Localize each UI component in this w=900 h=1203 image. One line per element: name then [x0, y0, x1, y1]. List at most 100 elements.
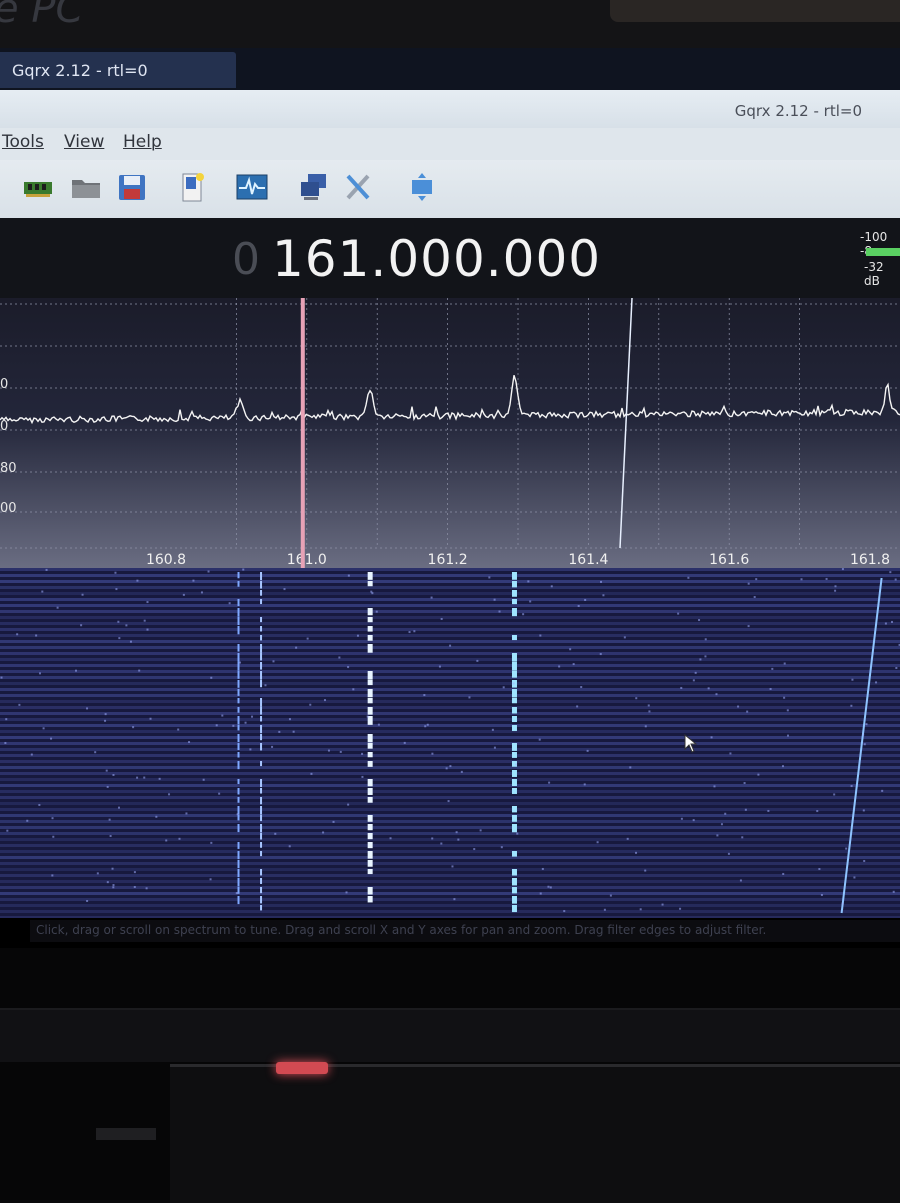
waterfall-speckle [457, 838, 460, 841]
waterfall-speckle [850, 704, 853, 707]
waterfall-noise-band [0, 874, 900, 877]
waterfall-signal-trace [511, 653, 517, 662]
waterfall-signal-trace [260, 815, 263, 822]
taskbar-window-label: Gqrx 2.12 - rtl=0 [12, 61, 148, 80]
level-db-text: -32 dB [864, 260, 884, 288]
waterfall-speckle [295, 646, 298, 649]
waterfall-speckle [264, 684, 267, 687]
frequency-leading-digit[interactable]: 0 [232, 234, 260, 285]
bookmark-icon[interactable] [176, 172, 208, 202]
waterfall-speckle [440, 617, 443, 620]
y-tick: 00 [0, 501, 17, 516]
waterfall-speckle [727, 852, 730, 855]
waterfall-signal-trace [237, 761, 240, 770]
open-folder-icon[interactable] [70, 172, 102, 202]
spectrum-plot[interactable]: 0 0 80 00 160.8 161.0 161.2 161.4 161.6 161.8 [0, 298, 900, 568]
waterfall-speckle [50, 737, 53, 740]
waterfall-signal-trace [511, 806, 517, 813]
waterfall-speckle [596, 841, 599, 844]
waterfall-speckle [347, 574, 350, 577]
waterfall-speckle [746, 710, 749, 713]
waterfall-signal-trace [511, 815, 517, 822]
waterfall-speckle [769, 687, 772, 690]
waterfall-speckle [512, 682, 515, 685]
waterfall-speckle [413, 630, 416, 633]
remote-control-icon[interactable] [298, 172, 330, 202]
waterfall-signal-trace [367, 788, 373, 795]
frequency-readout[interactable]: 161.000.000 [272, 230, 601, 288]
waterfall-speckle [403, 741, 406, 744]
waterfall-display[interactable] [0, 568, 900, 918]
spectrum-trace [0, 374, 900, 425]
waterfall-speckle [720, 823, 723, 826]
waterfall-signal-trace [260, 788, 263, 794]
waterfall-speckle [440, 842, 443, 845]
waterfall-speckle [541, 867, 544, 870]
waterfall-speckle [108, 818, 111, 821]
full-screen-icon[interactable] [406, 172, 438, 202]
window-title: Gqrx 2.12 - rtl=0 [734, 102, 862, 120]
fft-settings-icon[interactable] [236, 172, 268, 202]
waterfall-speckle [841, 568, 844, 571]
waterfall-speckle [38, 803, 41, 806]
waterfall-signal-trace [367, 581, 373, 587]
waterfall-signal-trace [367, 572, 373, 580]
waterfall-speckle [834, 585, 837, 588]
waterfall-noise-band [0, 688, 900, 691]
taskbar-window-button[interactable]: Gqrx 2.12 - rtl=0 [0, 52, 236, 88]
stand-slot [96, 1128, 156, 1140]
waterfall-speckle [599, 653, 602, 656]
waterfall-speckle [35, 634, 38, 637]
waterfall-signal-trace [511, 770, 517, 777]
waterfall-noise-band [0, 850, 900, 853]
waterfall-signal-trace [367, 644, 373, 653]
waterfall-speckle [755, 578, 758, 581]
waterfall-noise-band [0, 676, 900, 679]
tools-icon[interactable] [342, 172, 374, 202]
waterfall-signal-trace [237, 824, 240, 833]
waterfall-signal-trace [367, 626, 373, 632]
waterfall-speckle [188, 741, 191, 744]
waterfall-speckle [18, 703, 21, 706]
waterfall-speckle [86, 900, 89, 903]
waterfall-speckle [42, 727, 45, 730]
waterfall-speckle [743, 782, 746, 785]
waterfall-speckle [278, 730, 281, 733]
waterfall-speckle [677, 612, 680, 615]
waterfall-speckle [322, 831, 325, 834]
waterfall-signal-trace [260, 617, 263, 623]
waterfall-speckle [586, 749, 589, 752]
waterfall-signal-trace [237, 608, 240, 617]
hardware-config-icon[interactable] [22, 172, 54, 202]
waterfall-speckle [488, 576, 491, 579]
waterfall-noise-band [0, 700, 900, 703]
waterfall-speckle [781, 765, 784, 768]
waterfall-speckle [105, 769, 108, 772]
waterfall-signal-trace [237, 878, 240, 887]
waterfall-speckle [178, 837, 181, 840]
waterfall-speckle [558, 665, 561, 668]
waterfall-speckle [112, 773, 115, 776]
waterfall-signal-trace [260, 590, 263, 596]
waterfall-signal-trace [260, 671, 263, 680]
waterfall-speckle [158, 777, 161, 780]
title-bar[interactable]: Gqrx 2.12 - rtl=0 [0, 90, 900, 128]
waterfall-signal-trace [260, 653, 263, 661]
waterfall-signal-trace [511, 743, 517, 751]
waterfall-speckle [527, 580, 530, 583]
waterfall-signal-trace [260, 797, 263, 805]
waterfall-signal-trace [260, 779, 263, 788]
waterfall-signal-trace [260, 734, 263, 741]
waterfall-speckle [647, 704, 650, 707]
menu-view[interactable]: View [64, 132, 104, 152]
waterfall-noise-band [0, 802, 900, 805]
menu-help[interactable]: Help [123, 132, 162, 152]
waterfall-speckle [52, 835, 55, 838]
save-icon[interactable] [116, 172, 148, 202]
menu-tools[interactable]: Tools [2, 132, 44, 152]
waterfall-signal-trace [237, 725, 240, 731]
waterfall-speckle [715, 693, 718, 696]
tuning-marker[interactable] [300, 298, 305, 568]
waterfall-speckle [244, 721, 247, 724]
waterfall-speckle [235, 892, 238, 895]
